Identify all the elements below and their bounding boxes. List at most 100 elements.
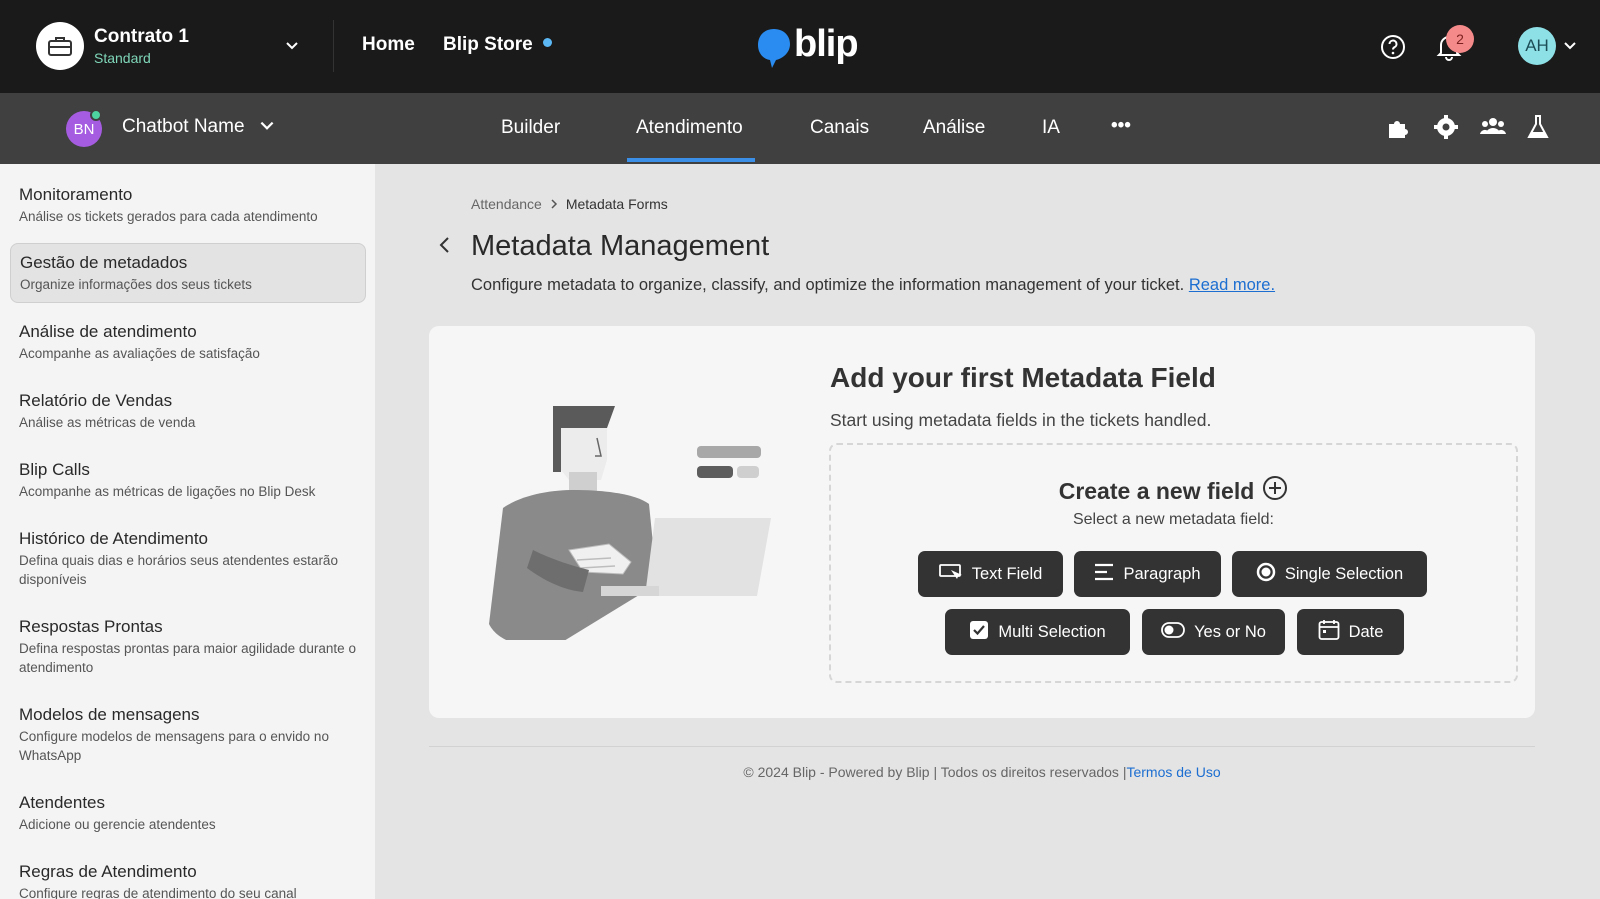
card-title: Add your first Metadata Field bbox=[830, 362, 1216, 393]
paragraph-icon bbox=[1094, 563, 1114, 586]
contract-plan: Standard bbox=[94, 50, 151, 66]
bot-nav-bar: BN Chatbot Name Builder Atendimento Cana… bbox=[0, 93, 1600, 164]
sidebar-item-modelos-mensagens[interactable]: Modelos de mensagens Configure modelos d… bbox=[10, 696, 366, 773]
contract-name: Contrato 1 bbox=[94, 26, 189, 47]
blip-bubble-icon bbox=[758, 28, 790, 68]
tab-atendimento[interactable]: Atendimento bbox=[636, 117, 743, 139]
sidebar-item-analise-atendimento[interactable]: Análise de atendimento Acompanhe as aval… bbox=[10, 313, 366, 371]
yes-or-no-label: Yes or No bbox=[1194, 622, 1266, 641]
contract-selector[interactable]: Contrato 1 Standard bbox=[36, 22, 298, 70]
active-tab-indicator bbox=[627, 158, 755, 162]
new-dot-icon bbox=[542, 38, 552, 48]
sidebar-item-subtitle: Defina respostas prontas para maior agil… bbox=[19, 641, 356, 675]
text-field-icon bbox=[938, 563, 963, 586]
breadcrumb-current: Metadata Forms bbox=[565, 196, 668, 212]
single-selection-button[interactable]: Single Selection bbox=[1232, 551, 1427, 597]
terms-link[interactable]: Termos de Uso bbox=[1126, 764, 1220, 780]
person-laptop-illustration bbox=[473, 400, 783, 647]
plus-circle-icon[interactable] bbox=[1262, 475, 1288, 507]
multi-selection-button[interactable]: Multi Selection bbox=[945, 609, 1130, 655]
create-field-box: Create a new field Select a new metadata… bbox=[829, 443, 1518, 683]
text-field-button[interactable]: Text Field bbox=[918, 551, 1063, 597]
sidebar-item-subtitle: Análise os tickets gerados para cada ate… bbox=[19, 209, 318, 224]
sidebar-item-title: Regras de Atendimento bbox=[19, 862, 197, 881]
sidebar-item-subtitle: Configure regras de atendimento do seu c… bbox=[19, 886, 297, 899]
footer: © 2024 Blip - Powered by Blip | Todos os… bbox=[429, 764, 1535, 780]
create-field-title: Create a new field bbox=[1058, 477, 1255, 504]
online-status-icon bbox=[90, 109, 102, 121]
bot-name[interactable]: Chatbot Name bbox=[122, 116, 245, 138]
sidebar-item-title: Histórico de Atendimento bbox=[19, 529, 208, 548]
sidebar-item-subtitle: Acompanhe as avaliações de satisfação bbox=[19, 346, 260, 361]
date-button[interactable]: Date bbox=[1297, 609, 1404, 655]
create-field-subtitle: Select a new metadata field: bbox=[1072, 511, 1274, 528]
sidebar-item-subtitle: Organize informações dos seus tickets bbox=[20, 277, 252, 292]
text-field-label: Text Field bbox=[971, 564, 1043, 583]
breadcrumb-parent[interactable]: Attendance bbox=[471, 196, 542, 212]
checkbox-icon bbox=[969, 620, 989, 645]
sidebar-item-title: Respostas Prontas bbox=[19, 617, 163, 636]
tab-ia[interactable]: IA bbox=[1042, 117, 1060, 139]
page-description-text: Configure metadata to organize, classify… bbox=[471, 276, 1185, 294]
date-label: Date bbox=[1348, 622, 1384, 641]
sidebar-item-subtitle: Defina quais dias e horários seus atende… bbox=[19, 553, 338, 587]
sidebar-item-title: Análise de atendimento bbox=[19, 322, 197, 341]
page-description: Configure metadata to organize, classify… bbox=[471, 276, 1275, 295]
tab-analise[interactable]: Análise bbox=[923, 117, 985, 139]
sidebar-item-gestao-metadados[interactable]: Gestão de metadados Organize informações… bbox=[10, 243, 366, 303]
sidebar-item-title: Monitoramento bbox=[19, 185, 133, 204]
paragraph-label: Paragraph bbox=[1123, 564, 1201, 583]
flask-icon[interactable] bbox=[1526, 114, 1550, 145]
sidebar-item-title: Relatório de Vendas bbox=[19, 391, 173, 410]
breadcrumb: Attendance Metadata Forms bbox=[471, 196, 668, 212]
sidebar-item-subtitle: Configure modelos de mensagens para o en… bbox=[19, 729, 329, 763]
footer-divider bbox=[429, 746, 1535, 747]
paragraph-button[interactable]: Paragraph bbox=[1074, 551, 1221, 597]
logo-text: blip bbox=[794, 23, 859, 65]
empty-state-card: Add your first Metadata Field Start usin… bbox=[429, 326, 1535, 718]
sidebar-item-atendentes[interactable]: Atendentes Adicione ou gerencie atendent… bbox=[10, 784, 366, 842]
footer-text: © 2024 Blip - Powered by Blip | Todos os… bbox=[743, 764, 1127, 780]
tab-builder[interactable]: Builder bbox=[501, 117, 560, 139]
read-more-link[interactable]: Read more. bbox=[1189, 276, 1275, 294]
sidebar-item-respostas-prontas[interactable]: Respostas Prontas Defina respostas pront… bbox=[10, 608, 366, 685]
sidebar-item-regras[interactable]: Regras de Atendimento Configure regras d… bbox=[10, 853, 366, 899]
calendar-icon bbox=[1318, 619, 1340, 646]
chevron-down-icon[interactable] bbox=[258, 117, 276, 140]
sidebar-item-relatorio-vendas[interactable]: Relatório de Vendas Análise as métricas … bbox=[10, 382, 366, 440]
chevron-down-icon[interactable] bbox=[1562, 38, 1578, 59]
back-icon[interactable] bbox=[437, 235, 453, 260]
yes-or-no-button[interactable]: Yes or No bbox=[1142, 609, 1285, 655]
sidebar-item-title: Atendentes bbox=[19, 793, 106, 812]
sidebar: Monitoramento Análise os tickets gerados… bbox=[0, 164, 375, 899]
toggle-icon bbox=[1161, 621, 1185, 643]
notification-badge: 2 bbox=[1446, 25, 1474, 53]
briefcase-icon bbox=[36, 22, 84, 70]
chevron-down-icon[interactable] bbox=[284, 38, 300, 59]
sidebar-item-monitoramento[interactable]: Monitoramento Análise os tickets gerados… bbox=[10, 176, 366, 234]
blip-logo[interactable]: blip bbox=[756, 23, 859, 69]
multi-selection-label: Multi Selection bbox=[998, 622, 1106, 641]
sidebar-item-historico[interactable]: Histórico de Atendimento Defina quais di… bbox=[10, 520, 366, 597]
tab-canais[interactable]: Canais bbox=[810, 117, 869, 139]
create-field-heading: Create a new field bbox=[831, 475, 1516, 507]
help-icon[interactable] bbox=[1380, 34, 1406, 65]
team-icon[interactable] bbox=[1479, 114, 1507, 145]
sidebar-item-subtitle: Análise as métricas de venda bbox=[19, 415, 196, 430]
chevron-right-icon bbox=[550, 196, 558, 212]
divider bbox=[333, 20, 334, 72]
gear-icon[interactable] bbox=[1433, 114, 1459, 145]
blip-store-link[interactable]: Blip Store bbox=[443, 34, 552, 56]
puzzle-icon[interactable] bbox=[1386, 114, 1412, 145]
card-subtitle: Start using metadata fields in the ticke… bbox=[830, 410, 1212, 430]
page-title: Metadata Management bbox=[471, 230, 770, 262]
user-avatar[interactable]: AH bbox=[1518, 27, 1556, 65]
more-icon[interactable]: ••• bbox=[1111, 115, 1131, 137]
sidebar-item-title: Modelos de mensagens bbox=[19, 705, 200, 724]
blip-store-label: Blip Store bbox=[443, 34, 533, 55]
sidebar-item-blip-calls[interactable]: Blip Calls Acompanhe as métricas de liga… bbox=[10, 451, 366, 509]
home-link[interactable]: Home bbox=[362, 34, 415, 56]
sidebar-item-subtitle: Adicione ou gerencie atendentes bbox=[19, 817, 216, 832]
radio-icon bbox=[1256, 562, 1276, 587]
sidebar-item-title: Gestão de metadados bbox=[20, 253, 188, 272]
